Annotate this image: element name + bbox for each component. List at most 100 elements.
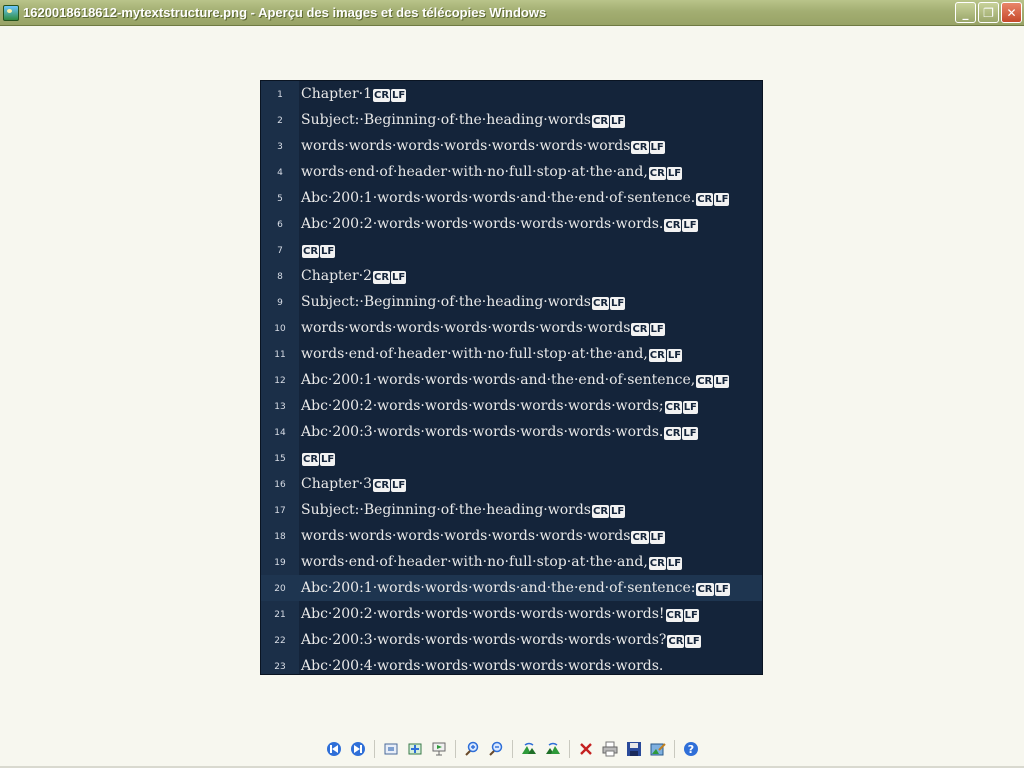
crlf-marker: CR LF [665,606,700,622]
line-number: 16 [274,480,286,490]
line-number: 20 [274,584,286,594]
line-number: 9 [277,298,283,308]
line-text: words·words·words·words·words·words·word… [301,320,666,336]
slideshow-button[interactable] [428,738,450,760]
image-canvas[interactable]: 1 Chapter·1 CR LF 2 Subject:·Beginning·of·the… [260,80,763,675]
line-number: 17 [274,506,286,516]
editor-line: 4 words·end·of·header·with·no·full·stop·a… [261,159,762,185]
rotate-clockwise-button[interactable] [518,738,540,760]
cr-glyph: CR [373,89,391,102]
toolbar-separator [674,740,675,758]
editor-line: 3 words·words·words·words·words·words·wor… [261,133,762,159]
line-number: 4 [277,168,283,178]
line-content: Subject:·Beginning·of·the·heading·words [301,112,591,128]
crlf-marker: CR LF [631,320,665,336]
line-number: 22 [274,636,286,646]
best-fit-button[interactable] [380,738,402,760]
cr-glyph: CR [592,505,610,518]
lf-glyph: LF [666,557,683,570]
lf-glyph: LF [649,141,665,154]
print-button[interactable] [599,738,621,760]
line-text: words·end·of·header·with·no·full·stop·at… [301,346,683,362]
line-number: 6 [277,220,283,230]
crlf-marker: CR LF [373,86,407,102]
line-number: 8 [277,272,283,282]
delete-button[interactable] [575,738,597,760]
viewer-toolbar: ? [322,738,703,760]
next-image-button[interactable] [347,738,369,760]
lf-glyph: LF [649,323,665,336]
rotate-counterclockwise-button[interactable] [542,738,564,760]
app-icon[interactable] [3,4,19,21]
crlf-marker: CR LF [592,294,626,310]
editor-line: 13 Abc·200:2·words·words·words·words·word… [261,393,762,419]
window-title: 1620018618612-mytextstructure.png - Aper… [23,5,547,20]
previous-image-button[interactable] [323,738,345,760]
line-number: 5 [277,194,283,204]
editor-line: 10 words·words·words·words·words·words·wo… [261,315,762,341]
cr-glyph: CR [665,609,683,622]
cr-glyph: CR [696,375,714,388]
edit-button[interactable] [647,738,669,760]
rotate-counterclockwise-icon [546,742,560,754]
zoom-in-button[interactable] [461,738,483,760]
editor-line: 21 Abc·200:2·words·words·words·words·word… [261,601,762,627]
line-content: Abc·200:1·words·words·words·and·the·end·… [301,580,696,596]
editor-line: 9 Subject:·Beginning·of·the·heading·words… [261,289,762,315]
editor-line: 7 CR LF [261,237,762,263]
help-button[interactable]: ? [680,738,702,760]
crlf-marker: CR LF [631,528,665,544]
lf-glyph: LF [610,297,626,310]
minimize-button[interactable]: _ [955,2,976,23]
editor-line: 2 Subject:·Beginning·of·the·heading·words… [261,107,762,133]
cr-glyph: CR [664,401,682,414]
line-content: Chapter·2 [301,268,372,284]
cr-glyph: CR [648,349,666,362]
save-button[interactable] [623,738,645,760]
line-text: Chapter·1 CR LF [301,86,407,102]
editor-line: 12 Abc·200:1·words·words·words·and·the·en… [261,367,762,393]
line-content: words·end·of·header·with·no·full·stop·at… [301,346,648,362]
crlf-marker: CR LF [373,476,407,492]
cr-glyph: CR [302,453,320,466]
lf-glyph: LF [391,89,407,102]
lf-glyph: LF [683,609,699,622]
actual-size-button[interactable] [404,738,426,760]
slideshow-icon [432,742,446,756]
editor-line: 5 Abc·200:1·words·words·words·and·the·end… [261,185,762,211]
cr-glyph: CR [592,297,610,310]
toolbar-separator [374,740,375,758]
crlf-marker: CR LF [696,580,730,596]
rotate-clockwise-icon [522,742,536,754]
line-text: Abc·200:3·words·words·words·words·words·… [301,424,699,440]
cr-glyph: CR [592,115,610,128]
crlf-marker: CR LF [664,216,698,232]
cr-glyph: CR [696,583,714,596]
line-text: Abc·200:2·words·words·words·words·words·… [301,606,700,622]
cr-glyph: CR [664,219,682,232]
lf-glyph: LF [610,505,626,518]
crlf-marker: CR LF [302,242,336,258]
cr-glyph: CR [373,271,391,284]
editor-line: 17 Subject:·Beginning·of·the·heading·word… [261,497,762,523]
close-button[interactable]: ✕ [1001,2,1022,23]
cr-glyph: CR [631,141,649,154]
editor-line: 20 Abc·200:1·words·words·words·and·the·en… [261,575,762,601]
line-number: 15 [274,454,286,464]
cr-glyph: CR [648,167,666,180]
line-text: Chapter·2 CR LF [301,268,407,284]
cr-glyph: CR [664,427,682,440]
line-text: Abc·200:1·words·words·words·and·the·end·… [301,190,730,206]
crlf-marker: CR LF [696,190,730,206]
cr-glyph: CR [373,479,391,492]
line-content: Abc·200:3·words·words·words·words·words·… [301,424,664,440]
zoom-out-button[interactable] [485,738,507,760]
lf-glyph: LF [610,115,626,128]
crlf-marker: CR LF [648,554,683,570]
crlf-marker: CR LF [667,632,701,648]
crlf-marker: CR LF [648,346,683,362]
restore-button[interactable]: ❐ [978,2,999,23]
line-text: Chapter·3 CR LF [301,476,407,492]
editor-line: 8 Chapter·2 CR LF [261,263,762,289]
line-text: words·words·words·words·words·words·word… [301,528,666,544]
